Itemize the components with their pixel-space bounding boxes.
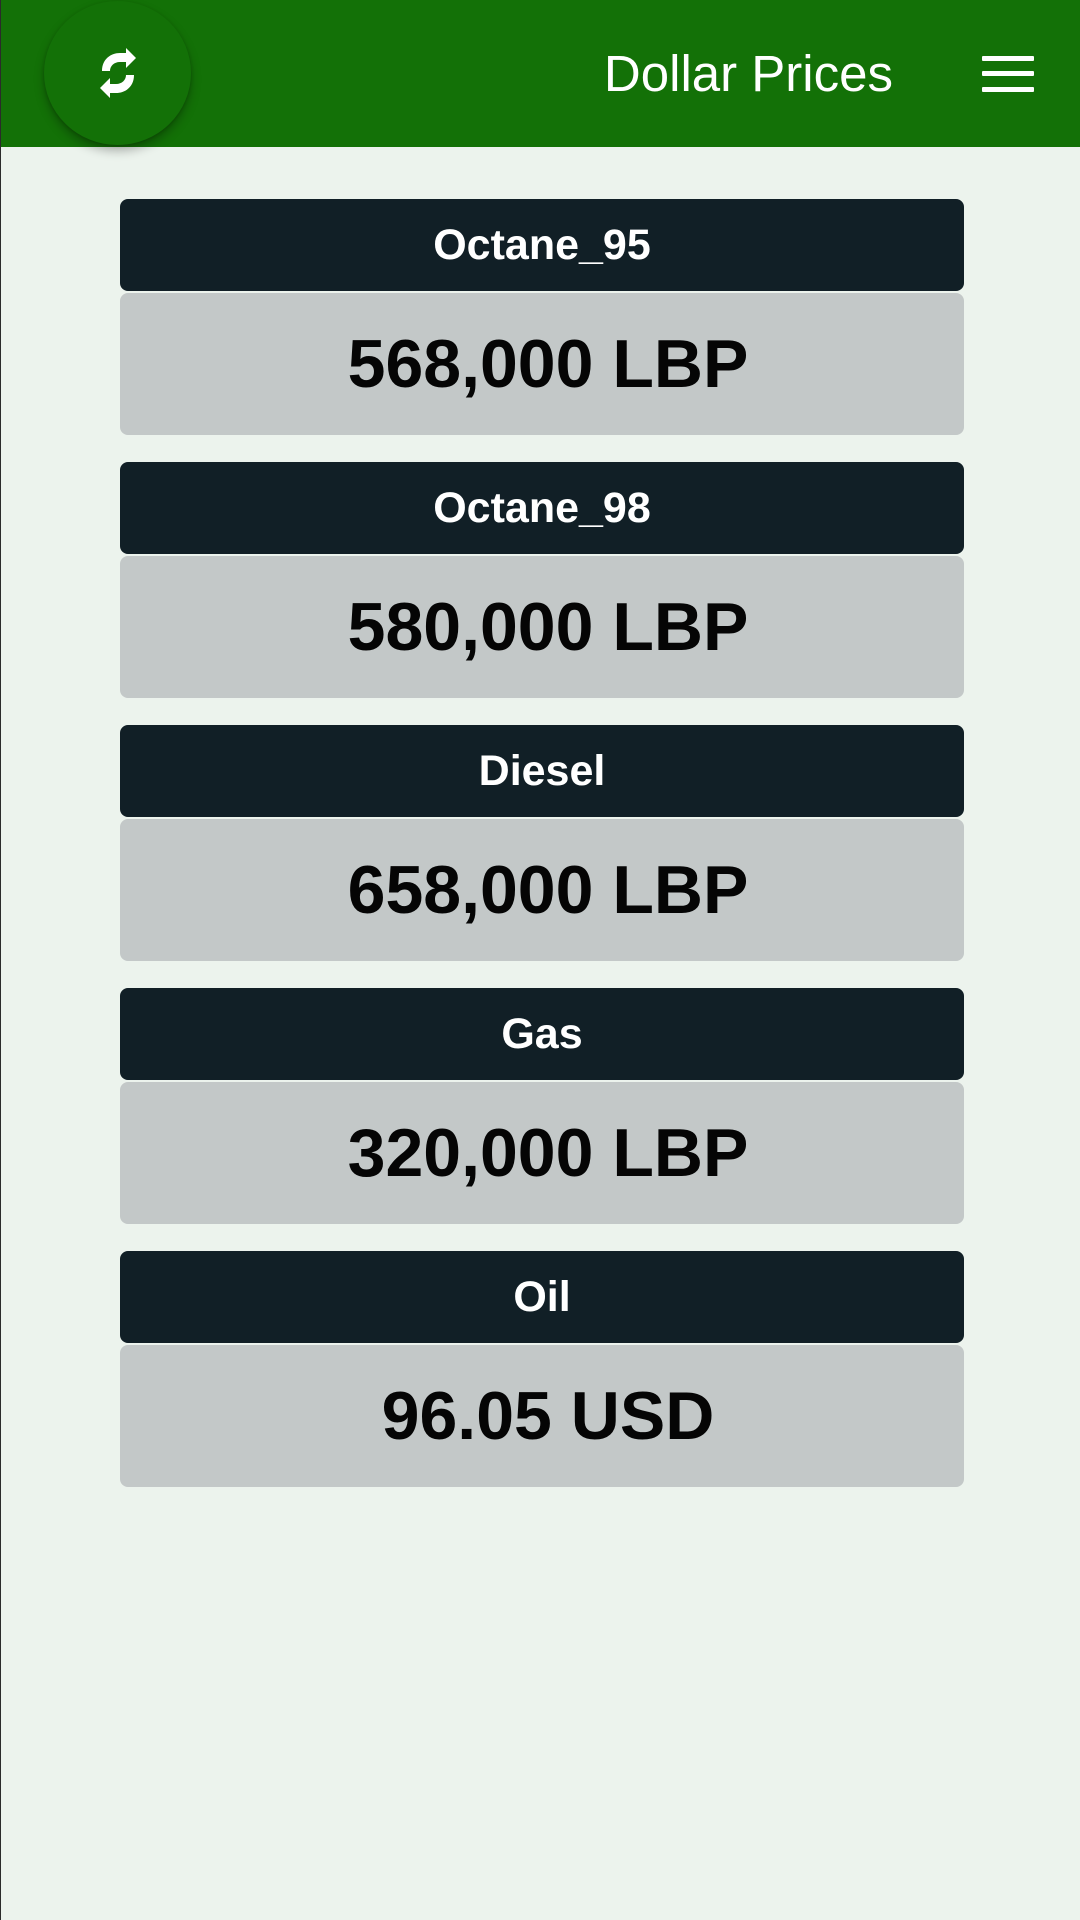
fuel-name: Gas <box>120 988 964 1080</box>
price-card-octane-98: Octane_98 580,000 LBP <box>120 462 964 698</box>
price-card-oil: Oil 96.05 USD <box>120 1251 964 1487</box>
price-list: Octane_95 568,000 LBP Octane_98 580,000 … <box>120 199 964 1514</box>
fuel-price: 96.05 USD <box>120 1345 964 1487</box>
fuel-price: 568,000 LBP <box>120 293 964 435</box>
price-card-octane-95: Octane_95 568,000 LBP <box>120 199 964 435</box>
fuel-price: 320,000 LBP <box>120 1082 964 1224</box>
price-card-diesel: Diesel 658,000 LBP <box>120 725 964 961</box>
refresh-button[interactable] <box>44 1 191 145</box>
price-card-gas: Gas 320,000 LBP <box>120 988 964 1224</box>
fuel-name: Octane_95 <box>120 199 964 291</box>
hamburger-menu-icon <box>982 56 1034 92</box>
app-title: Dollar Prices <box>603 45 893 102</box>
fuel-price: 580,000 LBP <box>120 556 964 698</box>
app-bar: Dollar Prices <box>1 0 1080 147</box>
menu-button[interactable] <box>963 44 1053 104</box>
refresh-icon <box>99 48 136 98</box>
fuel-name: Oil <box>120 1251 964 1343</box>
fuel-name: Diesel <box>120 725 964 817</box>
fuel-name: Octane_98 <box>120 462 964 554</box>
fuel-price: 658,000 LBP <box>120 819 964 961</box>
